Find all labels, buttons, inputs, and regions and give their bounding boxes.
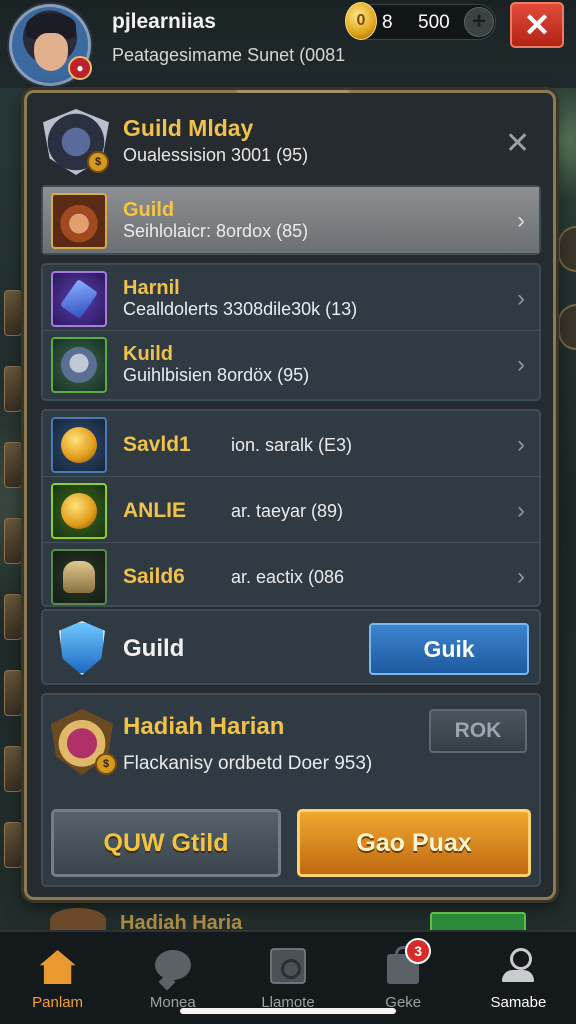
chevron-right-icon: › [517, 207, 525, 234]
player-subtitle: Peatagesimame Sunet (0081 [112, 45, 346, 65]
quest-name: Saild6 [123, 565, 185, 588]
daily-reward-section: $ Hadiah Harian Flackanisy ordbetd Doer … [41, 693, 541, 887]
quest-desc: ar. taeyar (89) [231, 501, 344, 521]
chevron-right-icon: › [517, 497, 525, 524]
quest-desc: Seihlolaicr: 8ordox (85) [123, 221, 309, 241]
quest-name: ANLIE [123, 499, 186, 522]
go-button[interactable]: Gao Puax [297, 809, 531, 877]
daily-reward-title: Hadiah Harian [123, 713, 285, 740]
view-guild-button[interactable]: QUW Gtild [51, 809, 281, 877]
quest-desc: ion. saralk (E3) [231, 435, 353, 455]
quest-group-1: Guild Seihlolaicr: 8ordox (85) › [41, 185, 541, 255]
chat-icon [154, 950, 191, 980]
quest-name: Kuild [123, 343, 173, 365]
quest-row[interactable]: Guild Seihlolaicr: 8ordox (85) › [43, 187, 539, 253]
gold-helm-icon [51, 549, 107, 605]
nav-item-home[interactable]: Panlam [0, 932, 115, 1024]
avatar-level-badge-icon: ● [68, 56, 92, 80]
gold-coin-icon [51, 417, 107, 473]
quest-name: Harnil [123, 277, 180, 299]
nav-label: Samabe [490, 994, 547, 1011]
quest-name: Guild [123, 199, 175, 221]
gold-count-b: 500 [418, 12, 450, 33]
guild-button[interactable]: Guik [369, 623, 529, 675]
panel-title: Guild Mlday [123, 115, 254, 141]
quest-row[interactable]: Harnil Cealldolerts 3308dile30k (13) › [43, 265, 539, 331]
add-currency-button[interactable]: + [464, 7, 494, 37]
peek-card-button[interactable] [430, 912, 526, 932]
hero-portrait-icon [51, 193, 107, 249]
panel-close-icon[interactable]: ✕ [505, 129, 530, 159]
peek-card-icon [50, 908, 106, 932]
gold-coin-icon: 0 [345, 2, 377, 40]
gold-count-a: 8 [382, 12, 393, 33]
guild-label: Guild [123, 635, 185, 662]
left-side-strip [4, 290, 26, 910]
notification-badge: 3 [405, 938, 432, 964]
panel-subtitle: Oualessision 3001 (95) [123, 145, 309, 165]
quest-group-2: Harnil Cealldolerts 3308dile30k (13) › K… [41, 263, 541, 401]
gold-coin-icon [51, 483, 107, 539]
quest-desc: Guihlbisien 8ordöx (95) [123, 365, 310, 385]
guild-panel: $ Guild Mlday Oualessision 3001 (95) ✕ G… [24, 90, 556, 900]
quest-row[interactable]: ANLIE ar. taeyar (89) › [43, 477, 539, 543]
quest-row[interactable]: Saild6 ar. eactix (086 › [43, 543, 539, 609]
knight-helmet-icon [51, 337, 107, 393]
player-name: pjlearniias [112, 10, 216, 33]
quest-desc: ar. eactix (086 [231, 567, 345, 587]
panel-decoration [237, 90, 349, 102]
quest-desc: Cealldolerts 3308dile30k (13) [123, 299, 358, 319]
home-indicator[interactable] [180, 1008, 396, 1014]
profile-icon [502, 948, 535, 984]
chevron-right-icon: › [517, 431, 525, 458]
crystal-sword-icon [51, 271, 107, 327]
daily-reward-desc: Flackanisy ordbetd Doer 953) [123, 753, 373, 774]
close-screen-button[interactable]: ✕ [510, 2, 564, 48]
shield-icon [59, 621, 105, 675]
chevron-right-icon: › [517, 351, 525, 378]
quest-group-3: Savld1 ion. saralk (E3) › ANLIE ar. taey… [41, 409, 541, 607]
quest-row[interactable]: Savld1 ion. saralk (E3) › [43, 411, 539, 477]
emblem-badge-icon: $ [95, 753, 117, 775]
emblem-badge-icon: $ [87, 151, 109, 173]
chevron-right-icon: › [517, 563, 525, 590]
home-icon [39, 950, 76, 984]
guild-section: Guild Guik [41, 609, 541, 685]
chevron-right-icon: › [517, 285, 525, 312]
quest-row[interactable]: Kuild Guihlbisien 8ordöx (95) › [43, 331, 539, 397]
claim-button[interactable]: ROK [429, 709, 527, 753]
avatar-face [34, 33, 68, 71]
quest-name: Savld1 [123, 433, 191, 456]
vault-icon [270, 948, 306, 984]
nav-label: Panlam [32, 994, 84, 1011]
nav-item-profile[interactable]: Samabe [461, 932, 576, 1024]
